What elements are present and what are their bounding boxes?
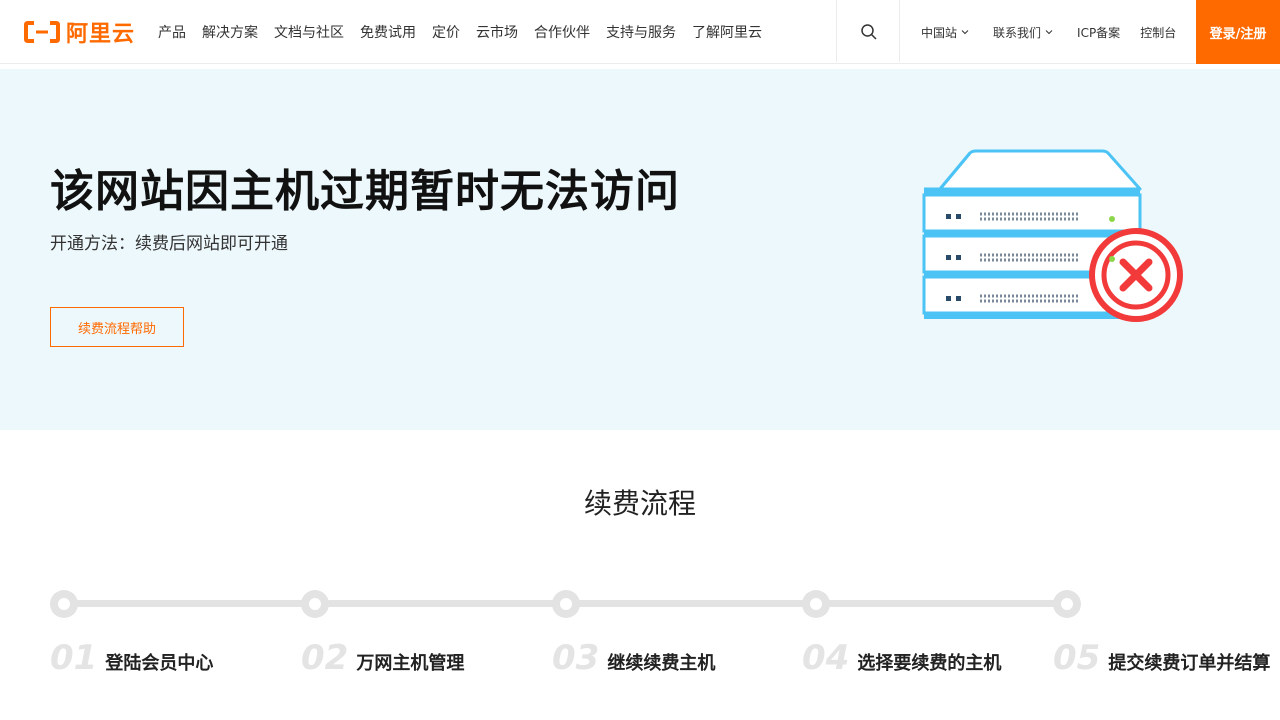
hero-subtitle: 开通方法：续费后网站即可开通 bbox=[50, 234, 288, 254]
nav-item-partners[interactable]: 合作伙伴 bbox=[526, 22, 598, 42]
top-header: 阿里云 产品 解决方案 文档与社区 免费试用 定价 云市场 合作伙伴 支持与服务… bbox=[0, 0, 1280, 64]
server-error-icon bbox=[922, 149, 1183, 322]
aliyun-logo[interactable]: 阿里云 bbox=[24, 19, 136, 47]
step-number: 03 bbox=[552, 638, 600, 678]
search-button[interactable] bbox=[837, 0, 900, 64]
timeline-dot bbox=[552, 590, 580, 618]
nav-item-support[interactable]: 支持与服务 bbox=[598, 22, 684, 42]
login-register-button[interactable]: 登录/注册 bbox=[1196, 0, 1280, 64]
header-right-links: 中国站 联系我们 ICP备案 控制台 bbox=[912, 0, 1185, 64]
process-step: 02 万网主机管理 bbox=[301, 638, 464, 678]
contact-label: 联系我们 bbox=[993, 25, 1042, 40]
page-title: 该网站因主机过期暂时无法访问 bbox=[50, 166, 680, 217]
step-label: 选择要续费的主机 bbox=[857, 653, 1002, 674]
nav-item-free-trial[interactable]: 免费试用 bbox=[352, 22, 424, 42]
timeline-dot bbox=[1053, 590, 1081, 618]
main-nav: 产品 解决方案 文档与社区 免费试用 定价 云市场 合作伙伴 支持与服务 了解阿… bbox=[150, 0, 770, 64]
process-step: 03 继续续费主机 bbox=[552, 638, 715, 678]
nav-item-about[interactable]: 了解阿里云 bbox=[684, 22, 770, 42]
timeline-dot bbox=[50, 590, 78, 618]
logo-text: 阿里云 bbox=[66, 22, 136, 47]
nav-item-products[interactable]: 产品 bbox=[150, 22, 194, 42]
chevron-down-icon bbox=[961, 30, 969, 35]
nav-item-solutions[interactable]: 解决方案 bbox=[194, 22, 266, 42]
nav-item-docs-community[interactable]: 文档与社区 bbox=[266, 22, 352, 42]
icp-link[interactable]: ICP备案 bbox=[1068, 24, 1129, 41]
region-label: 中国站 bbox=[921, 25, 958, 40]
region-selector[interactable]: 中国站 bbox=[912, 24, 978, 41]
renewal-process-title: 续费流程 bbox=[583, 487, 696, 520]
step-label: 提交续费订单并结算 bbox=[1108, 653, 1271, 674]
step-label: 登陆会员中心 bbox=[105, 653, 214, 674]
header-divider bbox=[899, 0, 900, 62]
process-step: 01 登陆会员中心 bbox=[50, 638, 213, 678]
step-number: 05 bbox=[1053, 638, 1101, 678]
renewal-help-button[interactable]: 续费流程帮助 bbox=[50, 307, 184, 347]
nav-item-marketplace[interactable]: 云市场 bbox=[468, 22, 526, 42]
process-step: 05 提交续费订单并结算 bbox=[1053, 638, 1270, 678]
timeline-dot bbox=[301, 590, 329, 618]
step-number: 01 bbox=[50, 638, 98, 678]
nav-item-pricing[interactable]: 定价 bbox=[424, 22, 468, 42]
search-icon bbox=[860, 24, 877, 40]
step-label: 万网主机管理 bbox=[356, 653, 465, 674]
hero-banner: 该网站因主机过期暂时无法访问 开通方法：续费后网站即可开通 续费流程帮助 bbox=[0, 69, 1280, 430]
process-step: 04 选择要续费的主机 bbox=[802, 638, 1001, 678]
contact-us-menu[interactable]: 联系我们 bbox=[984, 24, 1062, 41]
aliyun-logo-icon bbox=[24, 21, 60, 43]
step-number: 04 bbox=[802, 638, 850, 678]
console-link[interactable]: 控制台 bbox=[1131, 24, 1185, 41]
step-number: 02 bbox=[301, 638, 349, 678]
process-timeline bbox=[50, 590, 1082, 620]
timeline-dot bbox=[802, 590, 830, 618]
step-label: 继续续费主机 bbox=[607, 653, 716, 674]
chevron-down-icon bbox=[1045, 30, 1053, 35]
